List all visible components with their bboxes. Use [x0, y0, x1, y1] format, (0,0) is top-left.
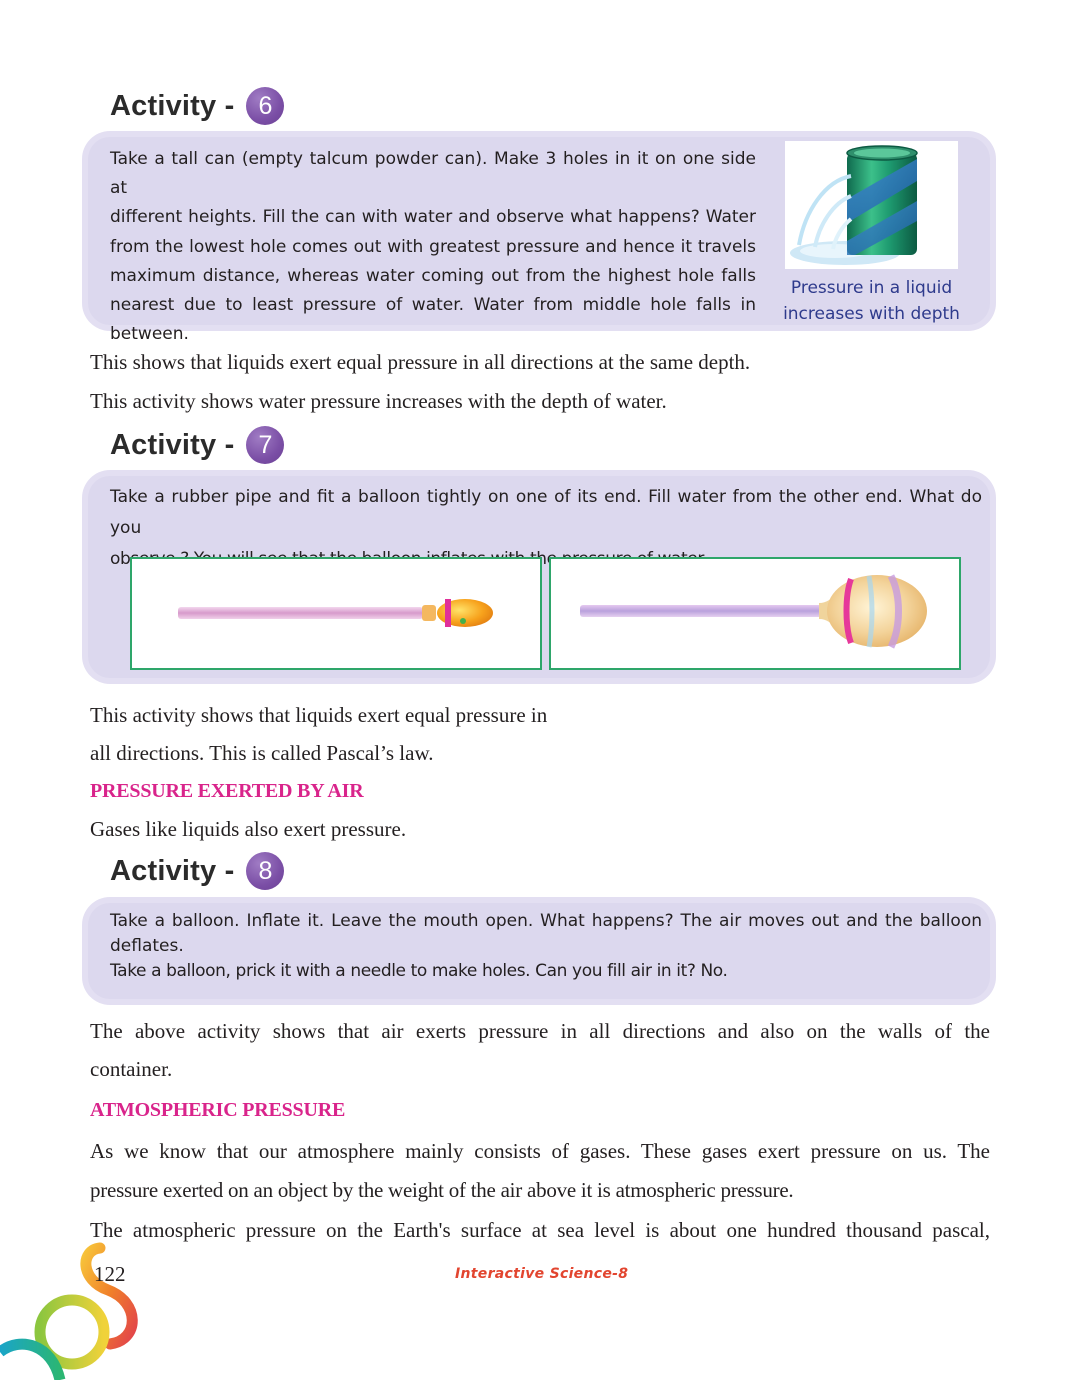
- pipe-balloon-small-image: [178, 599, 493, 627]
- body-paragraph: As we know that our atmosphere mainly co…: [90, 1139, 990, 1163]
- activity-label: Activity -: [110, 89, 235, 122]
- body-paragraph: The above activity shows that air exerts…: [90, 1019, 990, 1043]
- activity-label: Activity -: [110, 854, 235, 887]
- body-paragraph: The atmospheric pressure on the Earth's …: [90, 1218, 990, 1242]
- activity-number-badge: 6: [246, 87, 285, 125]
- activity-number-badge: 8: [246, 852, 285, 890]
- body-paragraph: container.: [90, 1057, 173, 1081]
- activity-8-line: deflates.: [110, 936, 184, 956]
- page-number: 122: [94, 1262, 126, 1286]
- activity-6-line: from the lowest hole comes out with grea…: [110, 236, 756, 257]
- water-can-image: [790, 145, 918, 265]
- can-caption: Pressure in a liquid increases with dept…: [775, 275, 968, 327]
- activity-8-text: Take a balloon. Inflate it. Leave the mo…: [110, 909, 982, 984]
- body-paragraph: This activity shows that liquids exert e…: [90, 703, 548, 727]
- body-paragraph: This shows that liquids exert equal pres…: [90, 350, 751, 374]
- activity-6-line: nearest due to least pressure of water. …: [110, 295, 756, 316]
- body-paragraph: pressure exerted on an object by the wei…: [90, 1178, 794, 1202]
- activity-label: Activity -: [110, 428, 235, 461]
- activity-6-line: different heights. Fill the can with wat…: [110, 207, 756, 228]
- activity-number-badge: 7: [246, 426, 285, 464]
- activity-7-line: Take a rubber pipe and fit a balloon tig…: [110, 487, 982, 538]
- activity-6-text: Take a tall can (empty talcum powder can…: [110, 145, 756, 349]
- book-title: Interactive Science-8: [455, 1266, 629, 1282]
- pipe-figure-inflated-balloon: [549, 557, 961, 670]
- can-illustration: [785, 141, 958, 269]
- caption-line: increases with depth: [783, 304, 960, 324]
- body-paragraph: This activity shows water pressure incre…: [90, 389, 667, 413]
- section-heading-atmospheric: ATMOSPHERIC PRESSURE: [90, 1099, 346, 1121]
- pipe-figure-small-balloon: [130, 557, 542, 670]
- activity-6-line: between.: [110, 324, 189, 345]
- activity-7-heading: Activity - 7: [110, 425, 285, 465]
- body-paragraph: Gases like liquids also exert pressure.: [90, 817, 407, 841]
- activity-6-line: maximum distance, whereas water coming o…: [110, 265, 756, 286]
- section-heading-air: PRESSURE EXERTED BY AIR: [90, 780, 364, 802]
- activity-6-heading: Activity - 6: [110, 86, 285, 126]
- activity-6-line: Take a tall can (empty talcum powder can…: [110, 149, 756, 199]
- activity-8-line: Take a balloon, prick it with a needle t…: [110, 961, 728, 981]
- body-paragraph: all directions. This is called Pascal’s …: [90, 741, 434, 765]
- decorative-rings-icon: [0, 1242, 138, 1380]
- activity-8-line: Take a balloon. Inflate it. Leave the mo…: [110, 911, 982, 931]
- activity-8-heading: Activity - 8: [110, 851, 285, 891]
- caption-line: Pressure in a liquid: [790, 278, 953, 298]
- pipe-balloon-large-image: [580, 574, 927, 649]
